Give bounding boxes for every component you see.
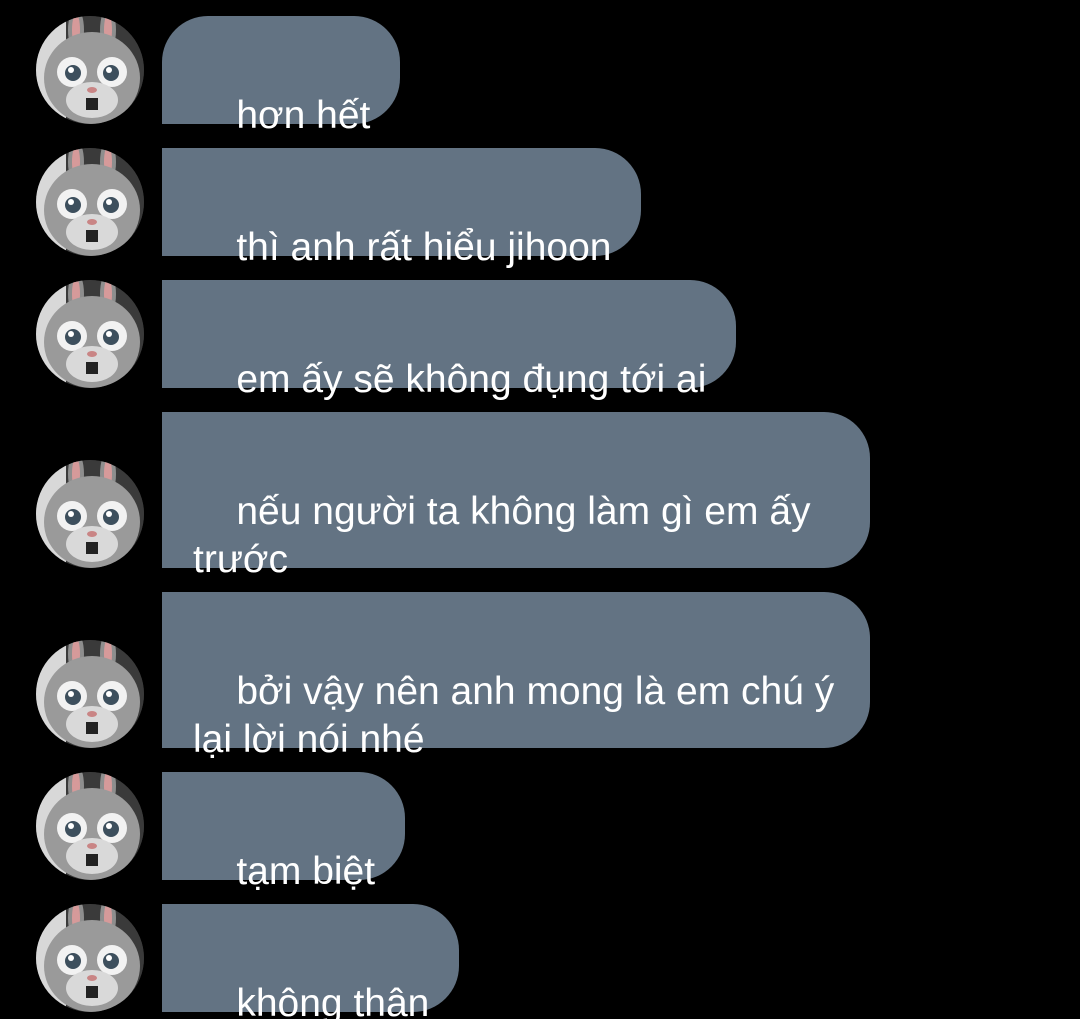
bunny-mascot-avatar-icon [36, 280, 144, 388]
message-bubble[interactable]: nếu người ta không làm gì em ấy trước [162, 412, 870, 581]
bunny-mascot-avatar-icon [36, 904, 144, 1012]
message-text: thì anh rất hiểu jihoon [236, 226, 612, 269]
message-text: nếu người ta không làm gì em ấy trước [193, 490, 811, 581]
message-bubble[interactable]: thì anh rất hiểu jihoon [162, 148, 642, 269]
message-text: hơn hết [236, 94, 371, 137]
message-bubble[interactable]: tạm biệt [162, 772, 406, 893]
message-text: tạm biệt [236, 850, 376, 893]
sender-avatar[interactable] [36, 460, 144, 568]
message-bubble[interactable]: em ấy sẽ không đụng tới ai [162, 280, 737, 401]
bunny-mascot-avatar-icon [36, 16, 144, 124]
sender-avatar[interactable] [36, 772, 144, 880]
bunny-mascot-avatar-icon [36, 460, 144, 568]
message-text: bởi vậy nên anh mong là em chú ý lại lời… [193, 670, 835, 761]
message-text: em ấy sẽ không đụng tới ai [236, 358, 707, 401]
message-bubble[interactable]: bởi vậy nên anh mong là em chú ý lại lời… [162, 592, 870, 761]
sender-avatar[interactable] [36, 16, 144, 124]
bunny-mascot-avatar-icon [36, 772, 144, 880]
sender-avatar[interactable] [36, 148, 144, 256]
sender-avatar[interactable] [36, 904, 144, 1012]
sender-avatar[interactable] [36, 640, 144, 748]
sender-avatar[interactable] [36, 280, 144, 388]
message-text: không thân [236, 982, 430, 1019]
bunny-mascot-avatar-icon [36, 640, 144, 748]
chat-thread: hơn hết thì anh rất hiểu jihoon em ấy sẽ… [0, 0, 1080, 1019]
bunny-mascot-avatar-icon [36, 148, 144, 256]
message-bubble[interactable]: hơn hết [162, 16, 401, 137]
message-bubble[interactable]: không thân [162, 904, 460, 1019]
